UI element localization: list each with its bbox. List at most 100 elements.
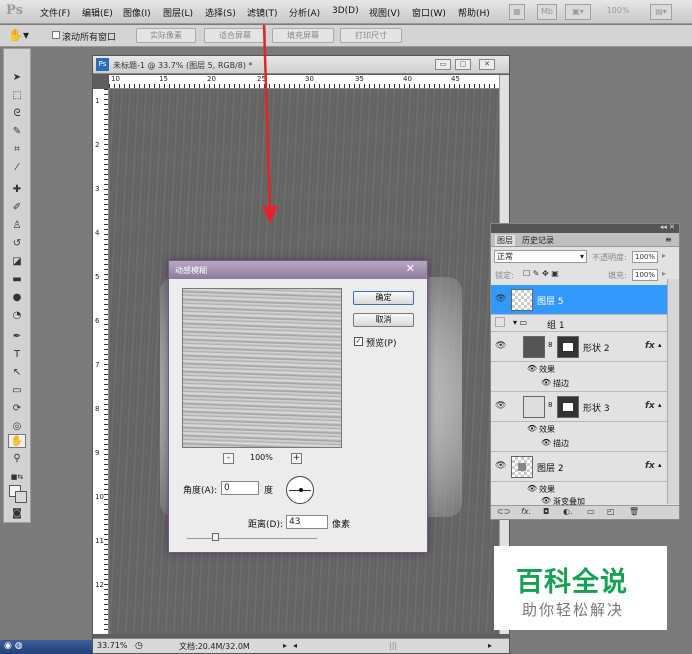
layer-row-shape2[interactable]: 👁 8 形状 2 fx ▴ <box>491 332 667 362</box>
quick-mask-icon[interactable]: ◙ <box>8 507 26 521</box>
eye-icon[interactable]: 👁 <box>541 378 551 387</box>
eye-icon[interactable]: 👁 <box>495 401 506 411</box>
layer-row-layer2[interactable]: 👁 图层 2 fx ▴ <box>491 452 667 482</box>
angle-input[interactable]: 0 <box>221 481 259 495</box>
ok-button[interactable]: 确定 <box>353 291 414 305</box>
hscroll-left-icon[interactable]: ◂ <box>293 641 297 650</box>
opacity-input[interactable]: 100% <box>632 251 658 263</box>
dialog-close-icon[interactable]: ✕ <box>406 262 415 275</box>
lock-icons[interactable]: ☐ ✎ ✥ ▣ <box>523 269 559 278</box>
fx-icon[interactable]: fx <box>645 401 655 411</box>
eye-icon[interactable]: 👁 <box>541 438 551 447</box>
new-layer-icon[interactable]: ◰ <box>607 507 615 516</box>
eye-icon[interactable]: 👁 <box>495 294 506 304</box>
expand-effects-icon[interactable]: ▴ <box>658 341 662 349</box>
close-button[interactable]: ✕ <box>479 59 495 70</box>
background-color-swatch[interactable] <box>15 491 27 503</box>
panel-menu-icon[interactable]: ≡ <box>665 235 672 244</box>
menu-analysis[interactable]: 分析(A) <box>289 6 320 19</box>
path-select-icon[interactable]: ↖ <box>8 366 26 380</box>
fill-input[interactable]: 100% <box>632 269 658 281</box>
dodge-tool-icon[interactable]: ◔ <box>8 309 26 323</box>
eye-icon[interactable]: 👁 <box>541 496 551 505</box>
brush-tool-icon[interactable]: ✐ <box>8 201 26 215</box>
arrange-docs-icon[interactable]: ▤▾ <box>650 4 672 20</box>
hscroll-thumb[interactable]: ||| <box>389 641 397 650</box>
marquee-tool-icon[interactable]: ⬚ <box>8 89 26 103</box>
eye-icon[interactable]: 👁 <box>495 341 506 351</box>
effects-row[interactable]: 👁 效果 <box>491 482 667 496</box>
menu-filter[interactable]: 滤镜(T) <box>247 6 278 19</box>
type-tool-icon[interactable]: T <box>8 348 26 362</box>
angle-dial[interactable] <box>286 476 314 504</box>
fx-icon[interactable]: fx <box>645 461 655 471</box>
layer-row-layer5[interactable]: 👁 图层 5 <box>491 285 667 315</box>
effects-row[interactable]: 👁 效果 <box>491 422 667 436</box>
menu-select[interactable]: 选择(S) <box>205 6 236 19</box>
blur-tool-icon[interactable]: ● <box>8 291 26 305</box>
view-extras-icon[interactable]: ▣▾ <box>565 4 591 20</box>
status-info-icon[interactable]: ◷ <box>135 641 143 651</box>
menu-window[interactable]: 窗口(W) <box>412 6 446 19</box>
tab-layers[interactable]: 图层 <box>495 235 515 246</box>
hand-tool-icon[interactable]: ✋▾ <box>8 28 29 42</box>
zoom-level[interactable]: 100% <box>600 4 636 20</box>
expand-effects-icon[interactable]: ▴ <box>658 461 662 469</box>
shape-tool-icon[interactable]: ▭ <box>8 384 26 398</box>
zoom-in-icon[interactable]: + <box>291 453 302 464</box>
opacity-arrow-icon[interactable]: ▸ <box>662 251 666 260</box>
adjustment-layer-icon[interactable]: ◐. <box>563 507 573 516</box>
menu-edit[interactable]: 编辑(E) <box>82 6 113 19</box>
status-menu-arrow-icon[interactable]: ▸ <box>283 641 287 650</box>
fit-screen-button[interactable]: 适合屏幕 <box>204 28 266 43</box>
swap-colors-icon[interactable]: ■⇆ <box>8 470 26 484</box>
healing-brush-icon[interactable]: ✚ <box>8 183 26 197</box>
maximize-button[interactable]: ▢ <box>455 59 471 70</box>
3d-orbit-icon[interactable]: ◎ <box>8 420 26 434</box>
menu-3d[interactable]: 3D(D) <box>332 6 359 16</box>
layer-row-shape3[interactable]: 👁 8 形状 3 fx ▴ <box>491 392 667 422</box>
eraser-icon[interactable]: ◪ <box>8 255 26 269</box>
3d-rotate-icon[interactable]: ⟳ <box>8 402 26 416</box>
gradient-overlay-row[interactable]: 👁 渐变叠加 <box>491 496 667 505</box>
preview-checkbox[interactable]: ✓ <box>354 337 363 346</box>
menu-help[interactable]: 帮助(H) <box>458 6 490 19</box>
start-icon[interactable]: ◉ ◍ <box>4 641 23 651</box>
fill-arrow-icon[interactable]: ▸ <box>662 269 666 278</box>
filter-preview[interactable] <box>182 288 342 448</box>
distance-slider-track[interactable] <box>187 538 317 539</box>
minimize-button[interactable]: ▭ <box>435 59 451 70</box>
folder-icon[interactable]: ▾ ▭ <box>513 318 527 327</box>
zoom-out-icon[interactable]: - <box>223 453 234 464</box>
scroll-all-checkbox[interactable] <box>52 31 60 39</box>
menu-image[interactable]: 图像(I) <box>123 6 151 19</box>
hscroll-right-icon[interactable]: ▸ <box>488 641 492 650</box>
quick-select-icon[interactable]: ✎ <box>8 125 26 139</box>
delete-layer-icon[interactable]: 🗑 <box>629 507 639 516</box>
effects-row[interactable]: 👁 效果 <box>491 362 667 376</box>
menu-view[interactable]: 视图(V) <box>369 6 400 19</box>
link-layers-icon[interactable]: ⊂⊃ <box>497 507 510 516</box>
eye-icon[interactable]: 👁 <box>527 364 537 373</box>
actual-pixels-button[interactable]: 实际像素 <box>136 28 196 43</box>
menu-layer[interactable]: 图层(L) <box>163 6 193 19</box>
status-zoom[interactable]: 33.71% <box>97 641 128 650</box>
fill-screen-button[interactable]: 填充屏幕 <box>272 28 334 43</box>
move-tool-icon[interactable]: ➤ <box>8 71 26 85</box>
distance-slider-handle[interactable] <box>212 533 220 541</box>
blend-mode-select[interactable]: 正常 ▾ <box>494 250 587 263</box>
zoom-tool-icon[interactable]: ⚲ <box>8 452 26 466</box>
layer-row-group1[interactable]: ▾ ▭ 组 1 <box>491 315 667 332</box>
print-size-button[interactable]: 打印尺寸 <box>340 28 402 43</box>
hand-tool-active-icon[interactable]: ✋ <box>8 434 26 448</box>
new-group-icon[interactable]: ▭ <box>587 507 595 516</box>
clone-stamp-icon[interactable]: ♙ <box>8 219 26 233</box>
crop-tool-icon[interactable]: ⌗ <box>8 143 26 157</box>
expand-effects-icon[interactable]: ▴ <box>658 401 662 409</box>
tab-history[interactable]: 历史记录 <box>522 235 554 246</box>
visibility-box[interactable] <box>495 317 505 327</box>
menu-file[interactable]: 文件(F) <box>40 6 70 19</box>
minibridge-button[interactable]: Mb <box>537 4 557 20</box>
collapse-panel-icon[interactable]: ◂◂ ✕ <box>660 223 675 231</box>
pen-tool-icon[interactable]: ✒ <box>8 330 26 344</box>
